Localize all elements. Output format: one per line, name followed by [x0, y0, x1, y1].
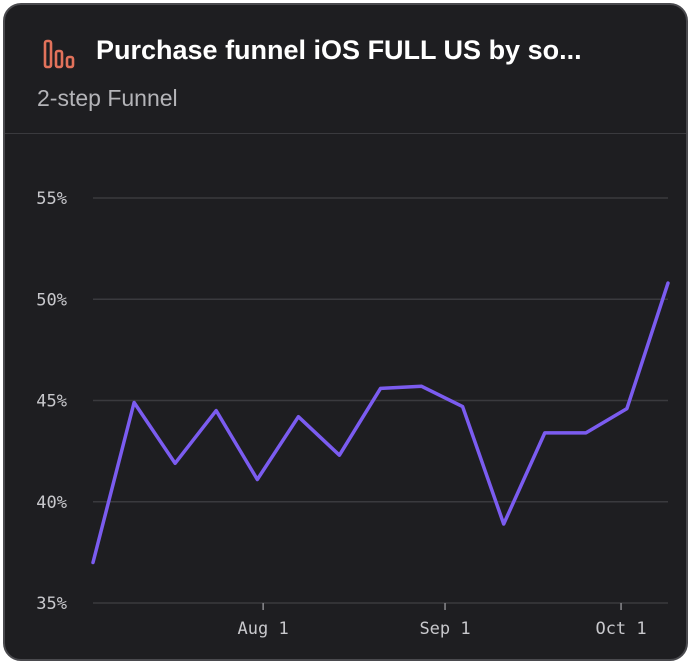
- series-line: [91, 281, 670, 565]
- x-tick-label: Aug 1: [238, 619, 289, 639]
- y-tick-label: 50%: [36, 290, 67, 310]
- y-tick-label: 45%: [36, 392, 67, 412]
- grid-lines: [93, 197, 668, 604]
- x-tick-label: Sep 1: [419, 619, 470, 639]
- x-tick-label: Oct 1: [595, 619, 646, 639]
- y-tick-label: 40%: [36, 493, 67, 513]
- line-chart: 35% 40% 45% 50% 55% Aug 1 Sep 1 Oct 1: [36, 189, 670, 639]
- x-axis-ticks: Aug 1 Sep 1 Oct 1: [238, 603, 647, 639]
- y-axis-ticks: 35% 40% 45% 50% 55%: [36, 189, 67, 614]
- y-tick-label: 55%: [36, 189, 67, 209]
- y-tick-label: 35%: [36, 594, 67, 614]
- funnel-card[interactable]: Purchase funnel iOS FULL US by so... 2-s…: [3, 3, 688, 661]
